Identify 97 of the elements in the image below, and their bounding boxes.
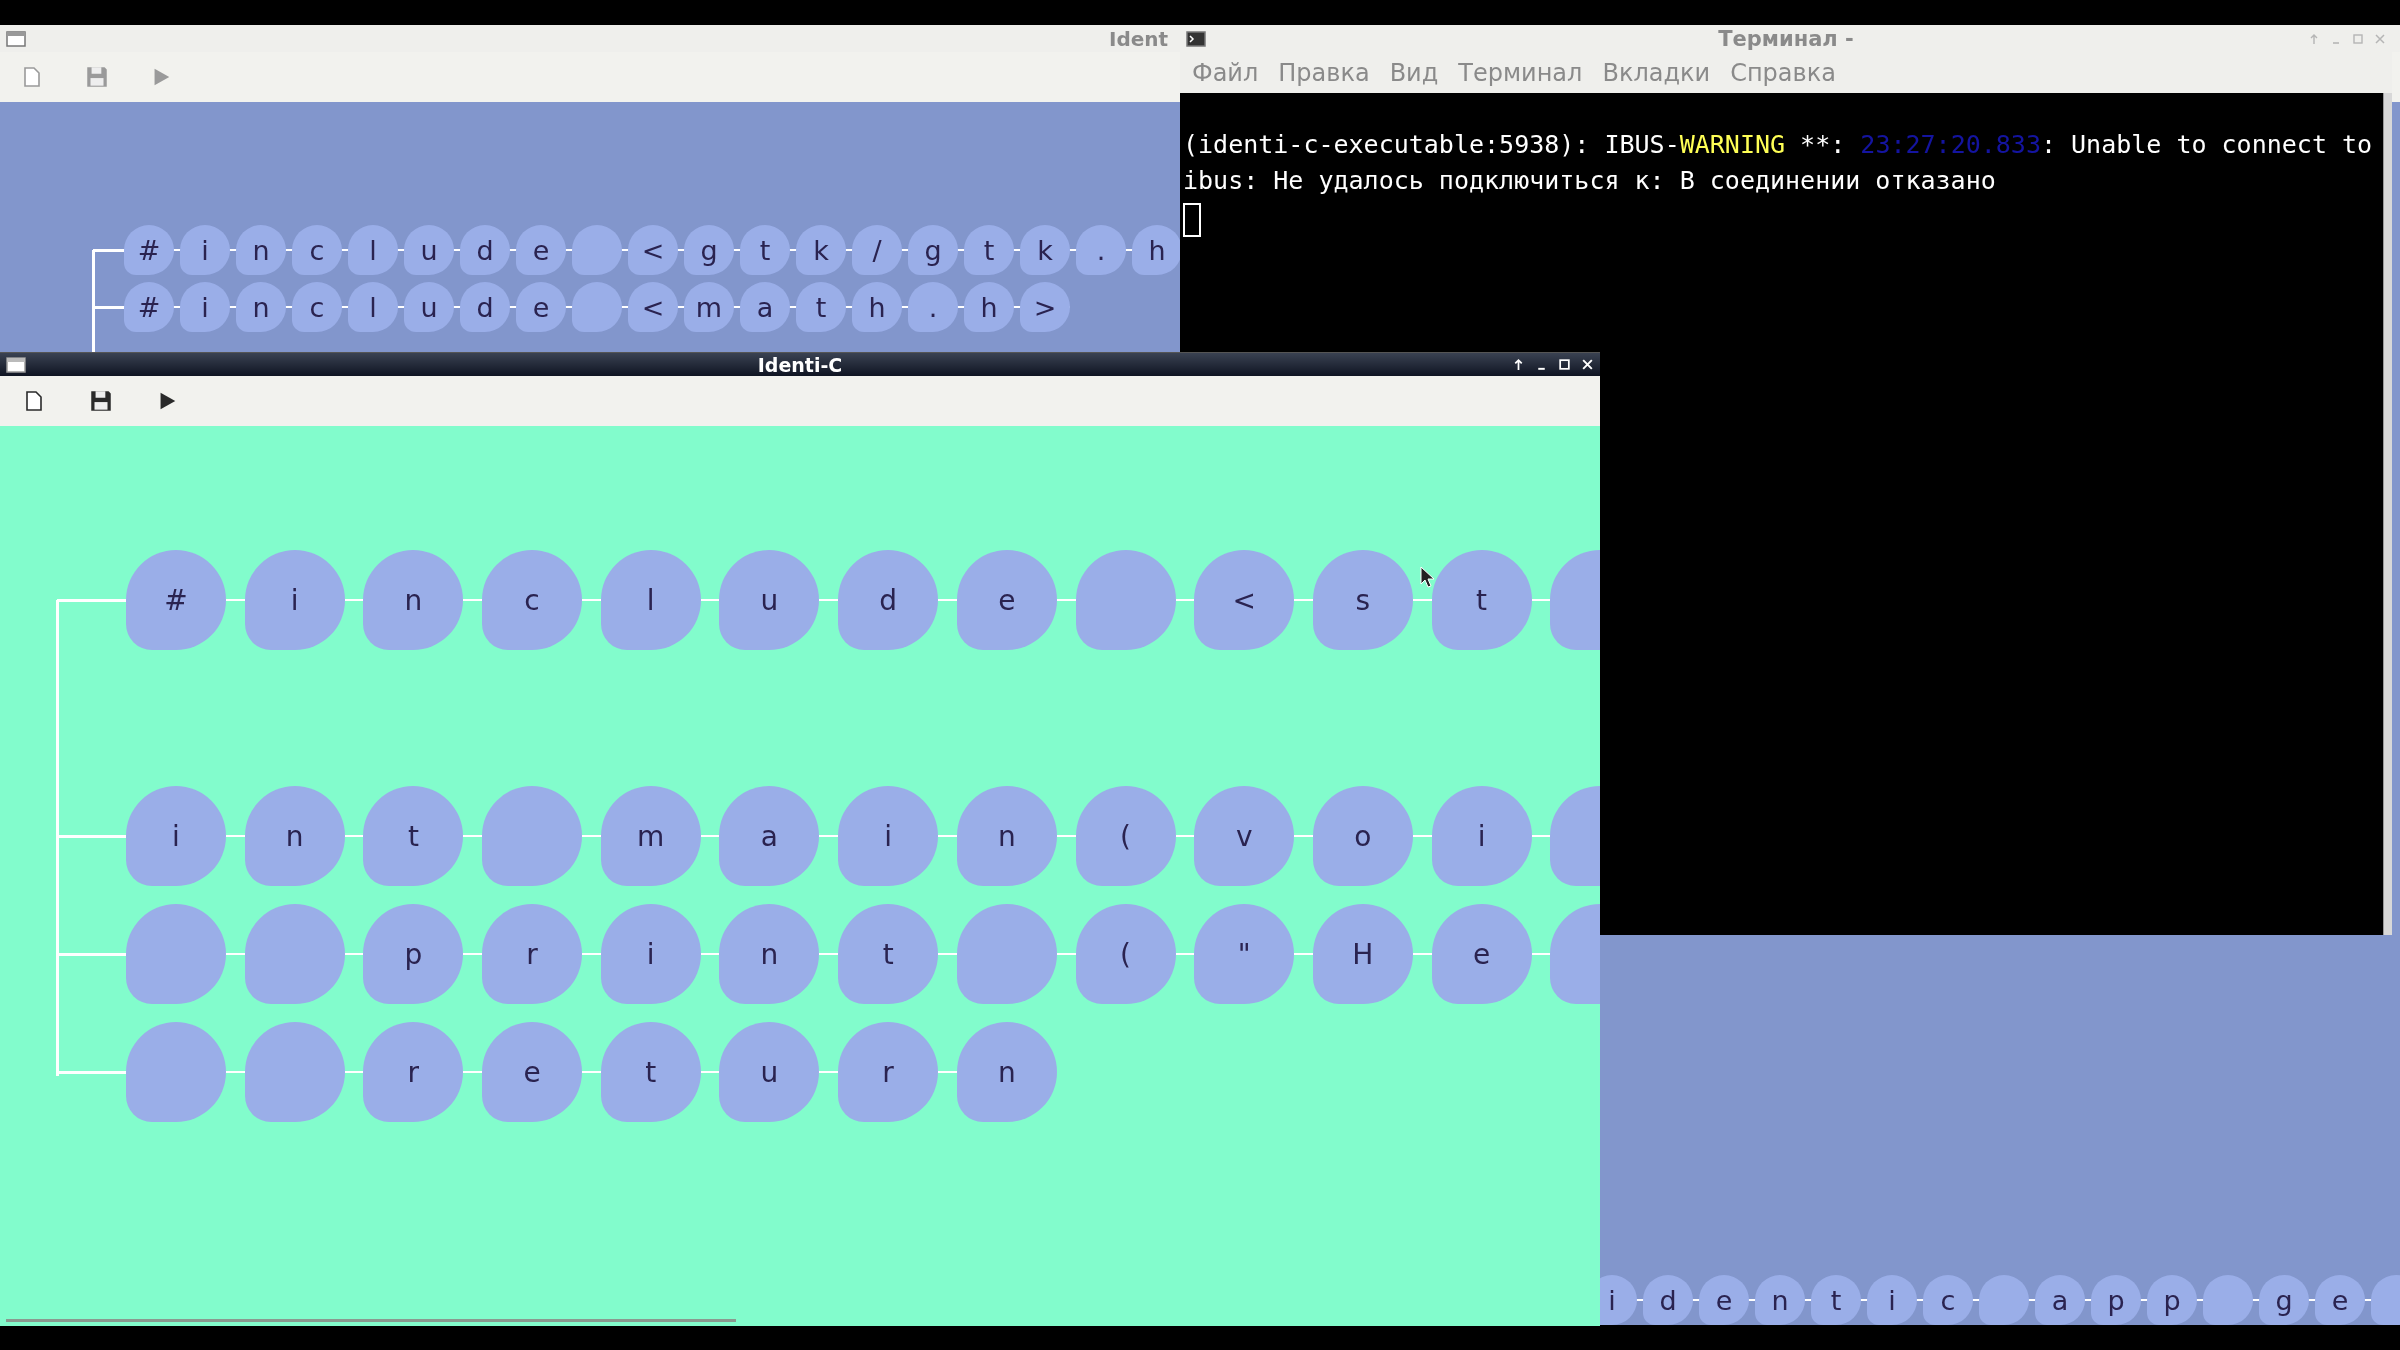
code-node: m xyxy=(684,282,734,332)
code-node: n xyxy=(236,225,286,275)
code-node: l xyxy=(600,550,701,650)
code-node: t xyxy=(1811,1275,1861,1325)
code-node: l xyxy=(348,225,398,275)
mouse-pointer-icon xyxy=(1420,566,1434,588)
code-node: p xyxy=(2147,1275,2197,1325)
code-node: r xyxy=(363,1022,464,1122)
code-node: t xyxy=(600,1022,701,1122)
code-node: e xyxy=(956,550,1057,650)
code-node: i xyxy=(838,786,939,886)
code-node: t xyxy=(1431,550,1532,650)
code-node: k xyxy=(1020,225,1070,275)
code-node: e xyxy=(1699,1275,1749,1325)
code-node: t xyxy=(796,282,846,332)
code-node xyxy=(1979,1275,2029,1325)
code-node: n xyxy=(236,282,286,332)
code-node: e xyxy=(1431,904,1532,1004)
code-node: > xyxy=(1020,282,1070,332)
code-node: p xyxy=(2091,1275,2141,1325)
code-node: t xyxy=(363,786,464,886)
code-node: a xyxy=(2035,1275,2085,1325)
code-node: i xyxy=(126,786,226,886)
code-node: k xyxy=(796,225,846,275)
pin-icon[interactable] xyxy=(1512,358,1525,371)
code-node: a xyxy=(719,786,820,886)
code-node: c xyxy=(482,550,583,650)
code-node xyxy=(572,225,622,275)
code-node: t xyxy=(838,904,939,1004)
code-node: i xyxy=(180,282,230,332)
code-node: e xyxy=(482,1022,583,1122)
code-node: i xyxy=(1431,786,1532,886)
code-node: H xyxy=(1312,904,1413,1004)
code-node: / xyxy=(852,225,902,275)
code-node xyxy=(572,282,622,332)
window-title: Терминал - xyxy=(1718,26,1854,51)
code-node: n xyxy=(956,1022,1057,1122)
code-node: d xyxy=(1643,1275,1693,1325)
code-node: i xyxy=(180,225,230,275)
code-node: u xyxy=(719,1022,820,1122)
code-node: v xyxy=(1194,786,1295,886)
code-node: h xyxy=(1132,225,1182,275)
code-node: < xyxy=(628,225,678,275)
code-node: u xyxy=(404,282,454,332)
code-node: o xyxy=(1312,786,1413,886)
code-node: s xyxy=(1312,550,1413,650)
code-node: " xyxy=(1194,904,1295,1004)
code-node: t xyxy=(964,225,1014,275)
code-node: g xyxy=(908,225,958,275)
code-node: e xyxy=(516,225,566,275)
code-node: d xyxy=(838,550,939,650)
code-node: i xyxy=(600,904,701,1004)
window-icon[interactable] xyxy=(6,356,26,373)
code-node: h xyxy=(964,282,1014,332)
code-node: ( xyxy=(1075,786,1176,886)
code-node: t xyxy=(740,225,790,275)
code-node: a xyxy=(740,282,790,332)
code-node: c xyxy=(292,225,342,275)
code-node: ( xyxy=(1075,904,1176,1004)
code-node: r xyxy=(838,1022,939,1122)
window-title: Ident xyxy=(1109,26,1169,51)
code-node: c xyxy=(292,282,342,332)
terminal-line: ibus: Не удалось подключиться к: В соединении отказано xyxy=(1183,165,1997,197)
code-node: # xyxy=(124,225,174,275)
code-node: . xyxy=(1076,225,1126,275)
code-node: n xyxy=(363,550,464,650)
code-node: p xyxy=(363,904,464,1004)
code-node: n xyxy=(1755,1275,1805,1325)
code-node: e xyxy=(2315,1275,2365,1325)
code-node: r xyxy=(482,904,583,1004)
code-node: < xyxy=(628,282,678,332)
code-node: g xyxy=(684,225,734,275)
code-node: d xyxy=(460,282,510,332)
code-node: c xyxy=(1923,1275,1973,1325)
code-node: < xyxy=(1194,550,1295,650)
window-title: Identi-C xyxy=(757,353,843,376)
code-node: m xyxy=(600,786,701,886)
code-node xyxy=(2203,1275,2253,1325)
code-node: e xyxy=(516,282,566,332)
code-node: g xyxy=(2259,1275,2309,1325)
text-cursor xyxy=(1183,203,1201,237)
code-node: l xyxy=(348,282,398,332)
code-node: . xyxy=(908,282,958,332)
code-node: # xyxy=(126,550,226,650)
code-node: n xyxy=(719,904,820,1004)
code-node: h xyxy=(852,282,902,332)
code-node: # xyxy=(124,282,174,332)
code-node: n xyxy=(956,786,1057,886)
code-node: d xyxy=(460,225,510,275)
terminal-line: (identi-c-executable:5938): IBUS-WARNING **: 23:27:20.833: Unable to connect to xyxy=(1183,129,2374,161)
code-node: n xyxy=(244,786,345,886)
code-node: i xyxy=(1867,1275,1917,1325)
save-icon[interactable] xyxy=(88,388,114,414)
code-node: u xyxy=(719,550,820,650)
code-node: i xyxy=(244,550,345,650)
scrollbar[interactable] xyxy=(6,1319,736,1322)
code-node: u xyxy=(404,225,454,275)
